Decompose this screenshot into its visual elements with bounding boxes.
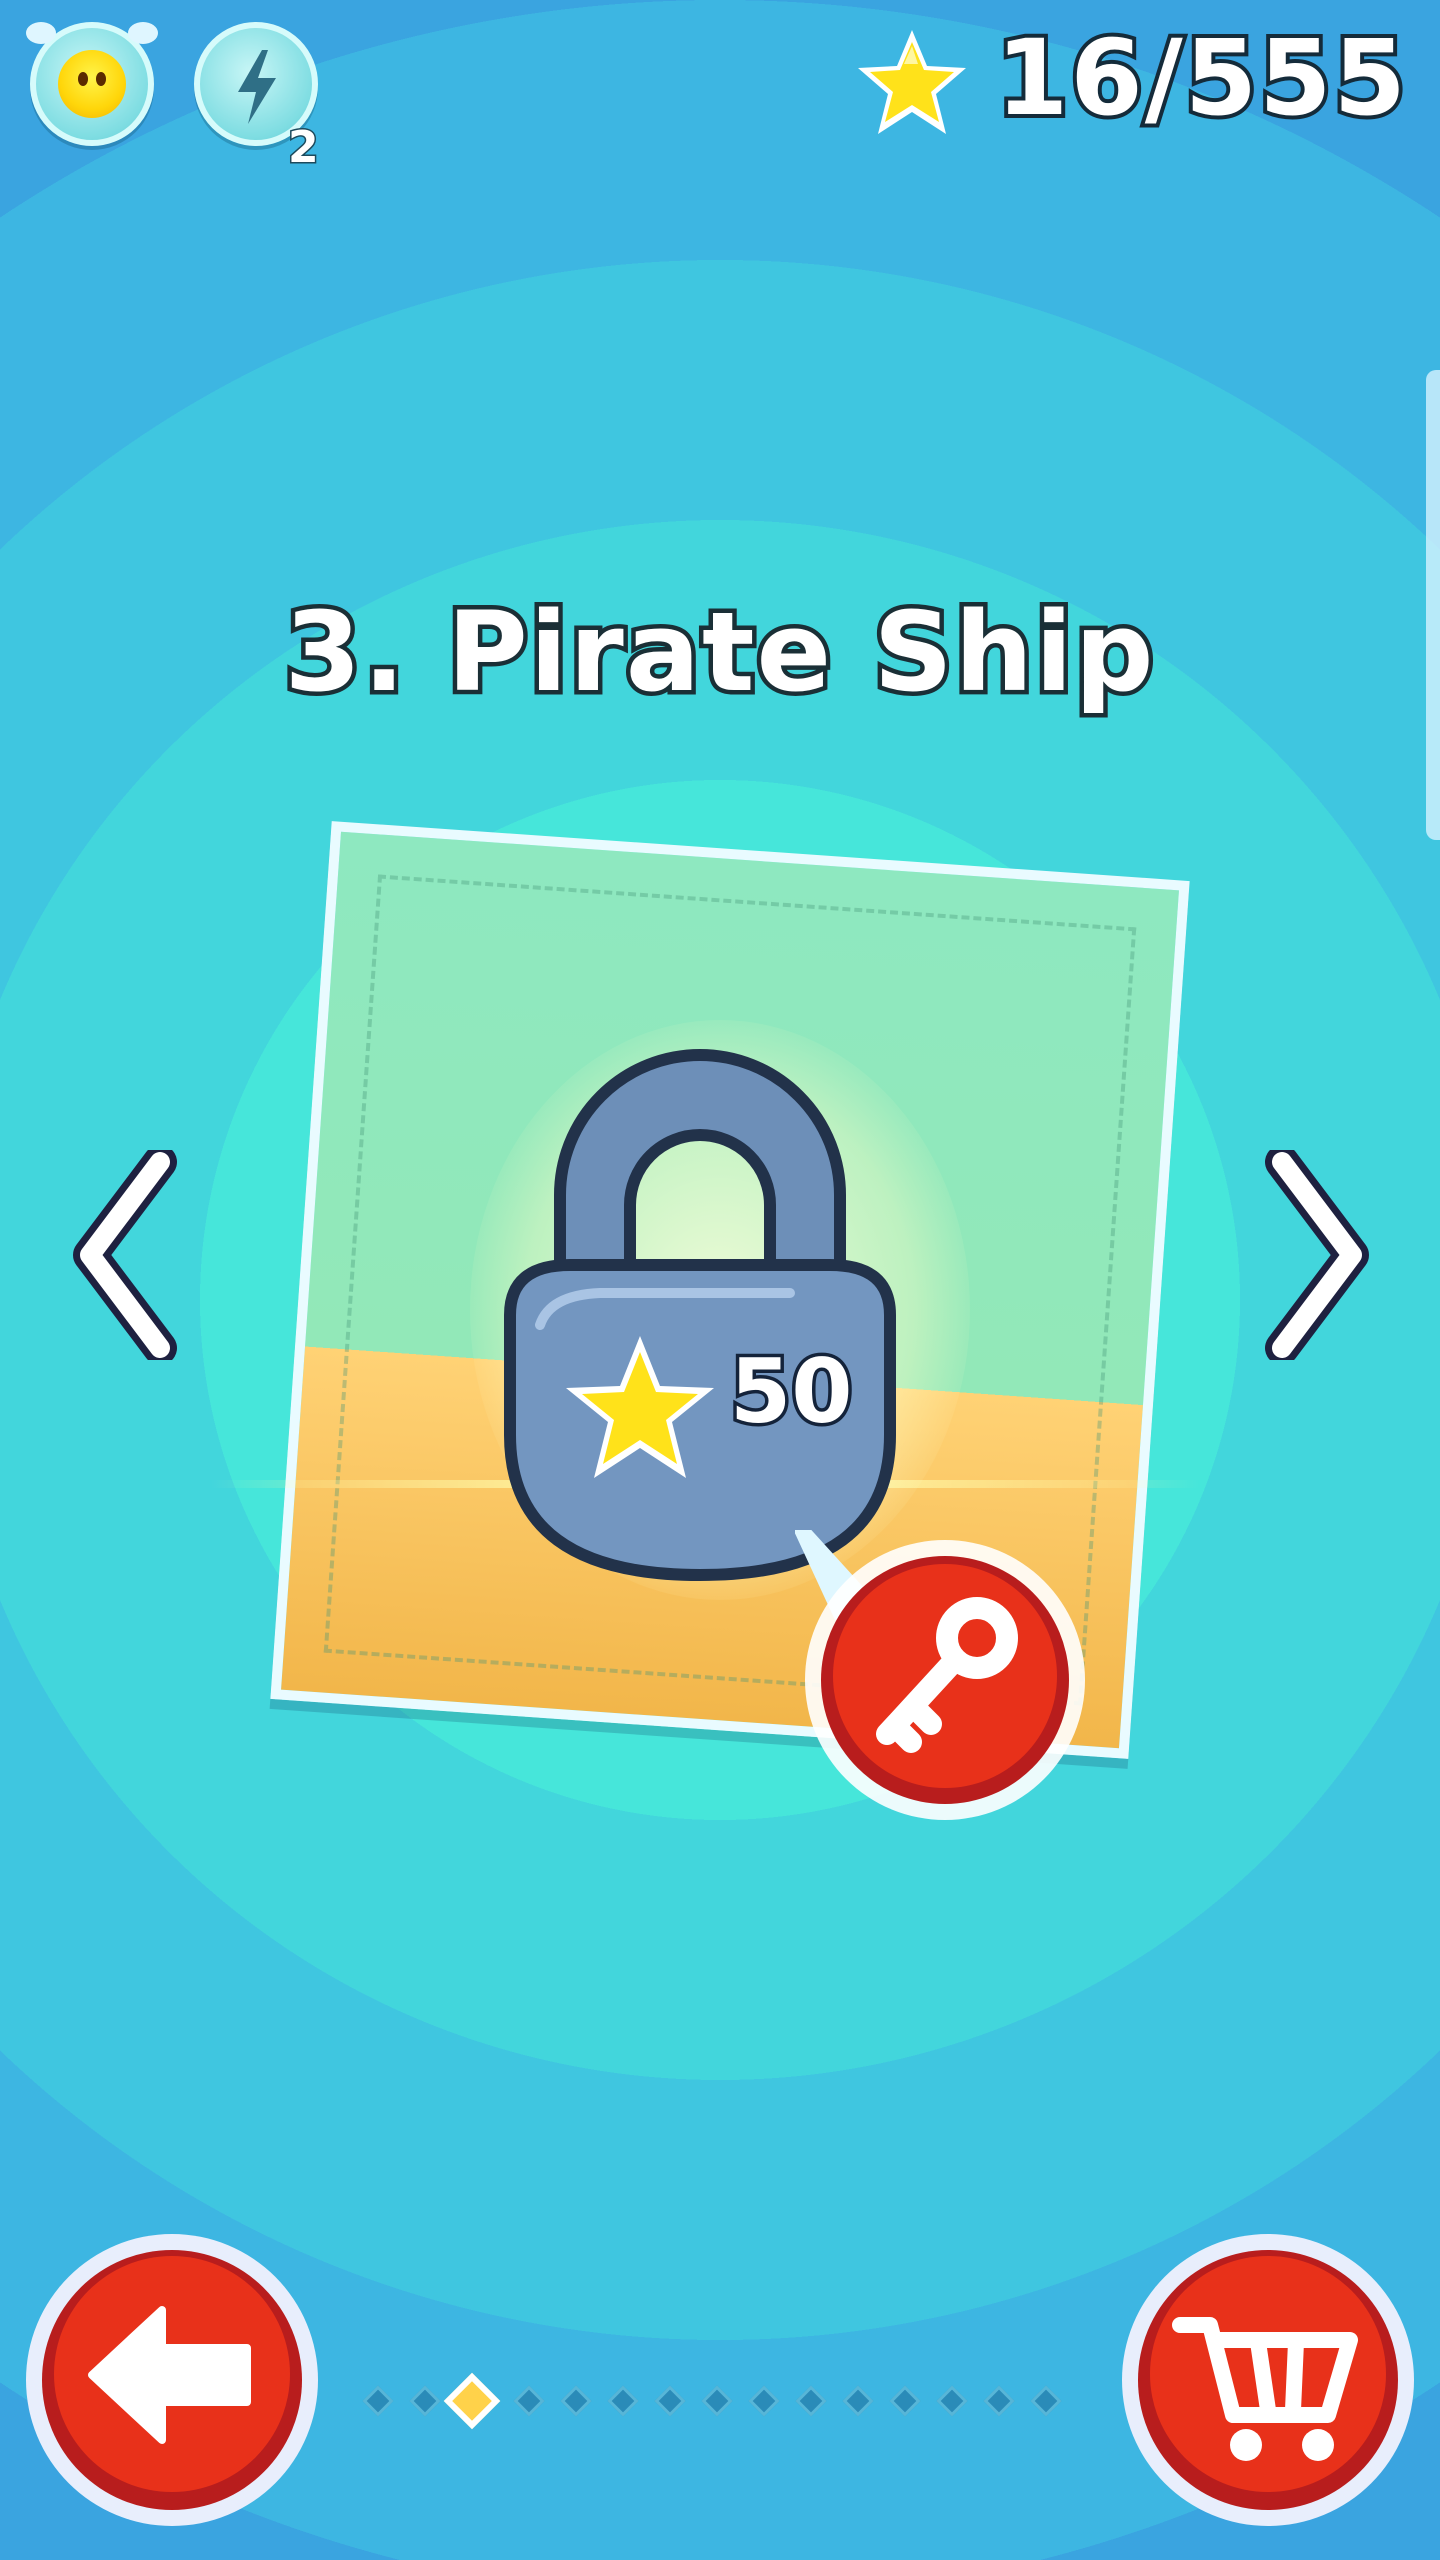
page-dot <box>607 2385 639 2417</box>
page-dot <box>654 2385 686 2417</box>
monster-button[interactable] <box>26 22 158 146</box>
page-dot <box>936 2385 968 2417</box>
star-icon <box>566 1336 714 1478</box>
lock-icon <box>504 1049 896 1582</box>
wing-right <box>128 22 158 44</box>
level-title: 3. Pirate Ship <box>280 584 1158 721</box>
page-dot-active <box>443 2372 501 2430</box>
prev-level-button[interactable] <box>70 1150 180 1360</box>
star-icon <box>858 30 966 134</box>
page-dot <box>748 2385 780 2417</box>
lightning-icon <box>238 50 276 124</box>
page-dot <box>983 2385 1015 2417</box>
page-indicator <box>0 2372 1440 2430</box>
page-dot <box>795 2385 827 2417</box>
page-dot <box>889 2385 921 2417</box>
page-dot <box>409 2385 441 2417</box>
page-dot <box>1030 2385 1062 2417</box>
unlock-cost: 50 <box>726 1337 855 1447</box>
page-dot <box>842 2385 874 2417</box>
page-dot <box>701 2385 733 2417</box>
energy-count: 2 <box>287 121 321 175</box>
page-dot <box>362 2385 394 2417</box>
page-dot <box>513 2385 545 2417</box>
next-level-button[interactable] <box>1262 1150 1372 1360</box>
page-dot <box>560 2385 592 2417</box>
stars-collected: 16/555 <box>992 17 1410 139</box>
unlock-key-button[interactable] <box>795 1530 1095 1830</box>
wing-left <box>26 22 56 44</box>
monster-icon <box>58 50 126 118</box>
